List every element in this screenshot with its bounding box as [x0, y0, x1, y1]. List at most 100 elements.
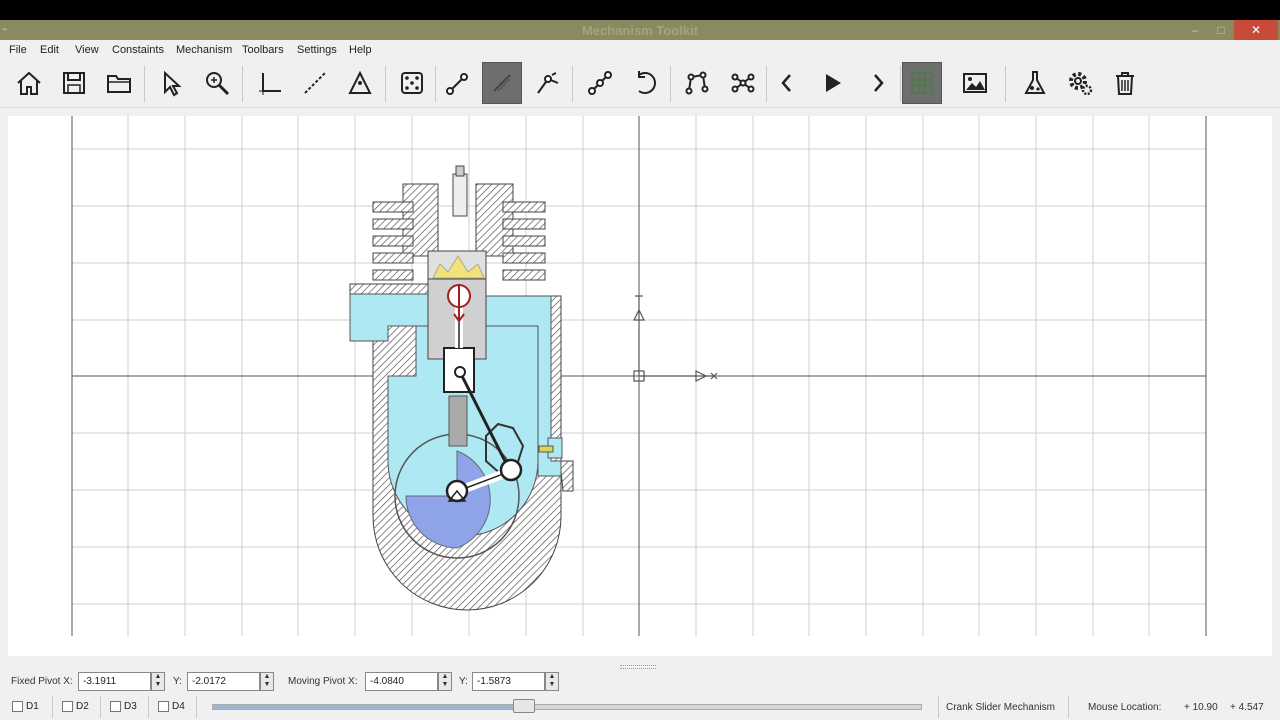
axis-button[interactable] — [249, 62, 289, 104]
open-folder-icon — [107, 75, 131, 93]
axis-icon — [259, 73, 281, 95]
maximize-button[interactable]: □ — [1208, 20, 1234, 40]
triangle-button[interactable] — [340, 62, 380, 104]
toolbar-separator — [435, 66, 436, 102]
menu-help[interactable]: Help — [349, 44, 372, 56]
select-button[interactable] — [151, 62, 191, 104]
slider-fill — [213, 705, 525, 709]
checkbox-label: D2 — [76, 701, 89, 712]
menu-toolbars[interactable]: Toolbars — [242, 44, 284, 56]
pen-link-button[interactable] — [482, 62, 522, 104]
home-icon — [17, 71, 41, 95]
checkbox-label: D4 — [172, 701, 185, 712]
grid-icon — [911, 72, 933, 94]
select-arrow-icon — [164, 70, 182, 97]
application-window: ⌁ Mechanism Toolkit – □ ✕ File Edit View… — [0, 20, 1280, 720]
network-button[interactable] — [723, 62, 763, 104]
save-icon — [63, 72, 85, 94]
checkbox-box[interactable] — [158, 701, 169, 712]
main-toolbar — [0, 60, 1280, 108]
undo-button[interactable] — [625, 62, 665, 104]
toolbar-separator — [144, 66, 145, 102]
fixed-pivot-y-stepper[interactable]: ▲ ▼ — [260, 672, 274, 691]
lift-link-button[interactable] — [528, 62, 568, 104]
mechanism-name: Crank Slider Mechanism — [946, 702, 1055, 713]
fixed-pivot-x-label: Fixed Pivot X: — [11, 676, 73, 687]
menu-constraints[interactable]: Constaints — [112, 44, 164, 56]
pen-link-icon — [493, 74, 511, 92]
moving-pivot-x-stepper[interactable]: ▲ ▼ — [438, 672, 452, 691]
line-icon — [304, 72, 326, 94]
menu-mechanism[interactable]: Mechanism — [176, 44, 232, 56]
mechanism-canvas[interactable] — [8, 116, 1272, 656]
moving-pivot[interactable] — [499, 458, 523, 482]
display-d2-checkbox[interactable]: D2 — [62, 701, 89, 712]
checkbox-box[interactable] — [110, 701, 121, 712]
animation-slider[interactable] — [212, 704, 922, 710]
zoom-button[interactable] — [197, 62, 237, 104]
previous-icon — [781, 74, 791, 92]
multi-link-button[interactable] — [580, 62, 620, 104]
minimize-button[interactable]: – — [1182, 20, 1208, 40]
toolbar-separator — [242, 66, 243, 102]
display-d3-checkbox[interactable]: D3 — [110, 701, 137, 712]
moving-pivot-x-input[interactable]: -4.0840 — [365, 672, 438, 691]
window-title: Mechanism Toolkit — [581, 23, 699, 38]
toolbar-separator — [670, 66, 671, 102]
checkbox-box[interactable] — [12, 701, 23, 712]
analysis-button[interactable] — [1015, 62, 1055, 104]
rod-pin[interactable] — [454, 366, 466, 378]
checkbox-label: D1 — [26, 701, 39, 712]
grid-toggle-button[interactable] — [902, 62, 942, 104]
link-joint-icon — [446, 73, 468, 95]
save-button[interactable] — [54, 62, 94, 104]
four-bar-icon — [685, 71, 709, 95]
splitter-handle[interactable] — [620, 665, 656, 669]
separator — [148, 696, 149, 718]
menu-view[interactable]: View — [75, 44, 99, 56]
line-button[interactable] — [295, 62, 335, 104]
fixed-pivot-y-input[interactable]: -2.0172 — [187, 672, 260, 691]
flask-icon — [1024, 71, 1046, 94]
slider-handle[interactable] — [513, 699, 536, 713]
settings-button[interactable] — [1060, 62, 1100, 104]
link-joint-button[interactable] — [438, 62, 478, 104]
triangle-icon — [348, 70, 372, 94]
zoom-icon — [206, 72, 230, 96]
canvas-drawing — [71, 116, 1207, 636]
checkbox-box[interactable] — [62, 701, 73, 712]
trash-icon — [1116, 72, 1134, 95]
delete-button[interactable] — [1105, 62, 1145, 104]
open-button[interactable] — [99, 62, 139, 104]
fixed-pivot-x-stepper[interactable]: ▲ ▼ — [151, 672, 165, 691]
image-button[interactable] — [955, 62, 995, 104]
menu-bar: File Edit View Constaints Mechanism Tool… — [0, 40, 1280, 60]
next-button[interactable] — [858, 62, 898, 104]
separator — [1068, 696, 1069, 718]
menu-file[interactable]: File — [9, 44, 27, 56]
close-button[interactable]: ✕ — [1234, 20, 1278, 40]
mouse-location-label: Mouse Location: — [1088, 702, 1162, 713]
next-icon — [874, 74, 884, 92]
moving-pivot-y-stepper[interactable]: ▲ ▼ — [545, 672, 559, 691]
home-button[interactable] — [9, 62, 49, 104]
origin-marker[interactable] — [633, 295, 718, 382]
moving-pivot-y-input[interactable]: -1.5873 — [472, 672, 545, 691]
random-button[interactable] — [392, 62, 432, 104]
network-icon — [731, 73, 755, 93]
checkbox-label: D3 — [124, 701, 137, 712]
display-d4-checkbox[interactable]: D4 — [158, 701, 185, 712]
moving-pivot-y-label: Y: — [459, 676, 468, 687]
fixed-pivot-x-input[interactable]: -3.1911 — [78, 672, 151, 691]
toolbar-separator — [385, 66, 386, 102]
play-button[interactable] — [812, 62, 852, 104]
multi-link-icon — [588, 71, 612, 95]
mouse-location-x: + 10.90 — [1184, 702, 1218, 713]
four-bar-button[interactable] — [677, 62, 717, 104]
menu-settings[interactable]: Settings — [297, 44, 337, 56]
separator — [938, 696, 939, 718]
menu-edit[interactable]: Edit — [40, 44, 59, 56]
dice-icon — [401, 72, 423, 94]
previous-button[interactable] — [767, 62, 807, 104]
display-d1-checkbox[interactable]: D1 — [12, 701, 39, 712]
